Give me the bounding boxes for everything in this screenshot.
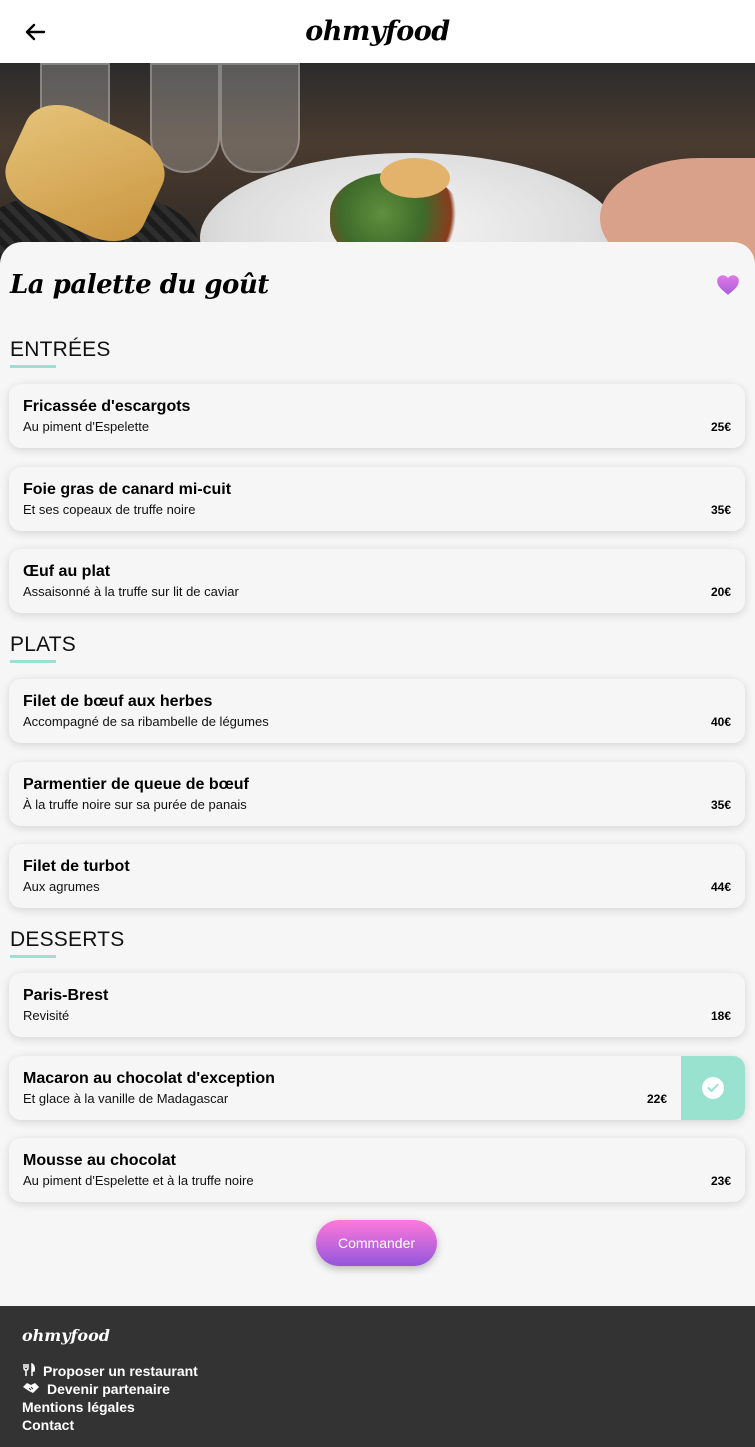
- restaurant-title-row: La palette du goût: [10, 270, 745, 300]
- app-logo[interactable]: ohmyfood: [305, 16, 450, 47]
- dish-description: Aux agrumes: [23, 879, 100, 894]
- dish-card[interactable]: Foie gras de canard mi-cuit Et ses copea…: [9, 467, 745, 531]
- fish-decor: [380, 158, 450, 198]
- app-header: ohmyfood: [0, 0, 755, 63]
- dish-price: 44€: [710, 880, 731, 894]
- dish-card[interactable]: Parmentier de queue de bœuf À la truffe …: [9, 762, 745, 826]
- dish-card[interactable]: Œuf au plat Assaisonné à la truffe sur l…: [9, 549, 745, 613]
- dish-card[interactable]: Filet de bœuf aux herbes Accompagné de s…: [9, 679, 745, 743]
- heart-icon[interactable]: [715, 272, 741, 298]
- order-button[interactable]: Commander: [316, 1220, 437, 1266]
- dish-description: Accompagné de sa ribambelle de légumes: [23, 714, 269, 729]
- arrow-left-icon: [25, 23, 46, 41]
- footer-link-label: Proposer un restaurant: [43, 1363, 198, 1379]
- dish-card[interactable]: Mousse au chocolat Au piment d'Espelette…: [9, 1138, 745, 1202]
- dish-card[interactable]: Fricassée d'escargots Au piment d'Espele…: [9, 384, 745, 448]
- dish-name: Filet de turbot: [23, 858, 130, 875]
- menu-panel: La palette du goût ENTRÉES Fricassée d'e…: [0, 242, 755, 1306]
- dish-card-selected[interactable]: Macaron au chocolat d'exception Et glace…: [9, 1056, 745, 1120]
- footer-link-contact[interactable]: Contact: [22, 1416, 198, 1434]
- footer-link-label: Contact: [22, 1417, 75, 1433]
- footer-link-label: Devenir partenaire: [47, 1381, 170, 1397]
- hero-image: [0, 63, 755, 263]
- dish-name: Filet de bœuf aux herbes: [23, 693, 213, 710]
- dish-description: À la truffe noire sur sa purée de panais: [23, 797, 247, 812]
- dish-name: Macaron au chocolat d'exception: [23, 1070, 275, 1087]
- dish-price: 18€: [710, 1009, 731, 1023]
- dish-description: Assaisonné à la truffe sur lit de caviar: [23, 584, 239, 599]
- dish-name: Paris-Brest: [23, 987, 109, 1004]
- footer-link-proposer-restaurant[interactable]: Proposer un restaurant: [22, 1362, 198, 1380]
- site-footer: ohmyfood Proposer un restaurant Devenir …: [0, 1306, 755, 1447]
- dish-name: Foie gras de canard mi-cuit: [23, 481, 232, 498]
- restaurant-title: La palette du goût: [10, 270, 269, 300]
- dish-price: 40€: [710, 715, 731, 729]
- section-title-desserts: DESSERTS: [10, 928, 125, 958]
- back-button[interactable]: [22, 20, 48, 44]
- dish-card[interactable]: Paris-Brest Revisité 18€: [9, 973, 745, 1037]
- footer-links: Proposer un restaurant Devenir partenair…: [22, 1362, 198, 1434]
- dish-price: 35€: [710, 798, 731, 812]
- dish-card[interactable]: Filet de turbot Aux agrumes 44€: [9, 844, 745, 908]
- selected-indicator[interactable]: [681, 1056, 745, 1120]
- footer-link-devenir-partenaire[interactable]: Devenir partenaire: [22, 1380, 198, 1398]
- check-icon: [702, 1077, 724, 1099]
- dish-description: Et glace à la vanille de Madagascar: [23, 1091, 229, 1106]
- dish-price: 22€: [646, 1092, 667, 1106]
- dish-name: Parmentier de queue de bœuf: [23, 776, 249, 793]
- dish-price: 20€: [710, 585, 731, 599]
- section-title-plats: PLATS: [10, 633, 76, 663]
- dish-description: Et ses copeaux de truffe noire: [23, 502, 196, 517]
- dish-description: Revisité: [23, 1008, 70, 1023]
- dish-price: 23€: [710, 1174, 731, 1188]
- footer-link-label: Mentions légales: [22, 1399, 135, 1415]
- footer-link-mentions-legales[interactable]: Mentions légales: [22, 1398, 198, 1416]
- dish-price: 25€: [710, 420, 731, 434]
- dish-name: Œuf au plat: [23, 563, 111, 580]
- dish-description: Au piment d'Espelette: [23, 419, 150, 434]
- handshake-icon: [22, 1381, 44, 1397]
- dish-name: Mousse au chocolat: [23, 1152, 176, 1169]
- footer-logo[interactable]: ohmyfood: [22, 1326, 110, 1345]
- dish-price: 35€: [710, 503, 731, 517]
- dish-description: Au piment d'Espelette et à la truffe noi…: [23, 1173, 254, 1188]
- section-title-entrees: ENTRÉES: [10, 338, 111, 368]
- dish-name: Fricassée d'escargots: [23, 398, 191, 415]
- utensils-icon: [22, 1362, 40, 1380]
- glass-decor: [220, 63, 300, 173]
- glass-decor: [150, 63, 220, 173]
